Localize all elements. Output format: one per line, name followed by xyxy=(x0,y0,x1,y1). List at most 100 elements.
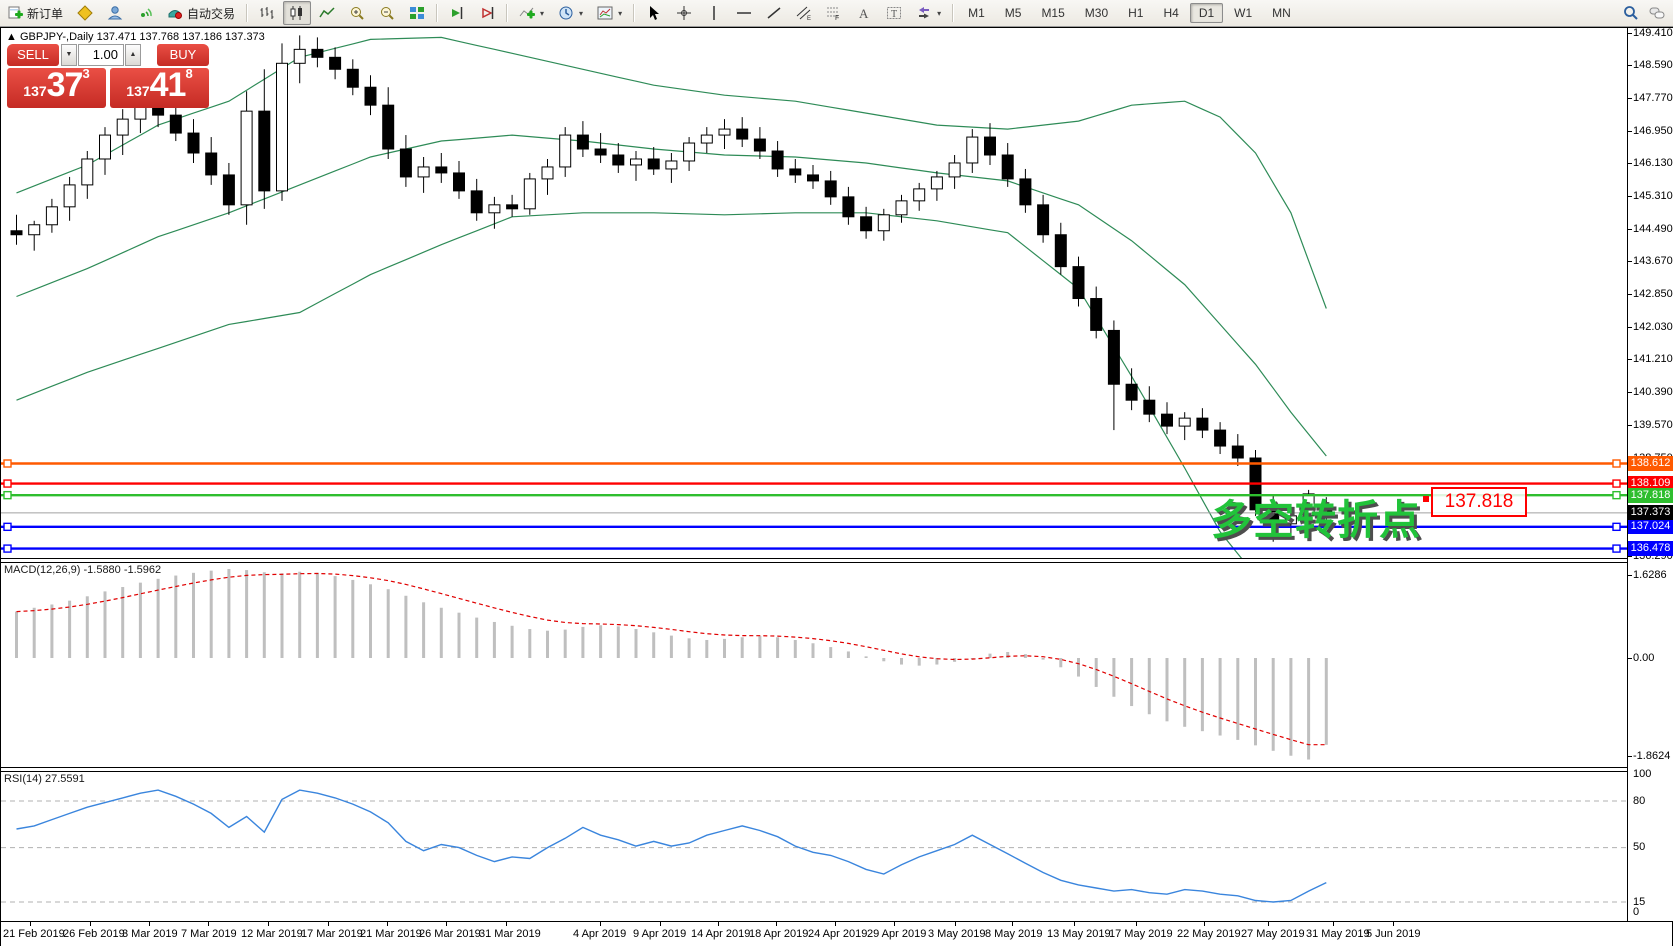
timeframe-m15[interactable]: M15 xyxy=(1032,3,1073,23)
volume-input[interactable]: 1.00 xyxy=(78,44,124,66)
zoom-out-button[interactable] xyxy=(373,1,401,25)
panel-toggle-icon[interactable]: ▲ xyxy=(6,31,17,43)
buy-button[interactable]: BUY xyxy=(157,44,209,66)
rsi-value: 27.5591 xyxy=(45,773,85,785)
templates-dropdown-arrow[interactable]: ▾ xyxy=(618,9,622,18)
timeframe-m1[interactable]: M1 xyxy=(959,3,994,23)
line-drag-handle[interactable] xyxy=(1613,460,1620,467)
macd-signal-line xyxy=(17,574,1327,745)
axis-tick-mark xyxy=(1628,98,1632,99)
crosshair-button[interactable] xyxy=(670,1,698,25)
hline-price-label: 137.818 xyxy=(1628,488,1673,503)
price-callout-label[interactable]: 137.818 xyxy=(1431,487,1527,517)
timeframe-h4[interactable]: H4 xyxy=(1154,3,1187,23)
line-drag-handle[interactable] xyxy=(4,545,11,552)
templates-button[interactable]: ▾ xyxy=(591,1,628,25)
macd-axis-label: -1.8624 xyxy=(1633,750,1670,762)
buy-price-display[interactable]: 137418 xyxy=(110,68,209,108)
timeframe-w1[interactable]: W1 xyxy=(1225,3,1261,23)
line-drag-handle[interactable] xyxy=(1613,523,1620,530)
text-button[interactable]: A xyxy=(850,1,878,25)
date-tick-mark xyxy=(955,922,956,926)
community-button[interactable] xyxy=(101,1,129,25)
line-chart-button[interactable] xyxy=(313,1,341,25)
indicators-dropdown-arrow[interactable]: ▾ xyxy=(540,9,544,18)
trendline-button[interactable] xyxy=(760,1,788,25)
date-tick-mark xyxy=(776,922,777,926)
sell-price-display[interactable]: 137373 xyxy=(7,68,106,108)
main-toolbar: 新订单 自动交易 ▾ ▾ xyxy=(0,0,1673,27)
axis-tick-mark xyxy=(1628,131,1632,132)
timeframe-mn[interactable]: MN xyxy=(1263,3,1300,23)
periods-dropdown-arrow[interactable]: ▾ xyxy=(579,9,583,18)
arrows-icon xyxy=(916,5,932,21)
horizontal-line-object[interactable] xyxy=(1,545,1627,552)
line-drag-handle[interactable] xyxy=(4,523,11,530)
zoom-out-icon xyxy=(379,5,395,21)
date-tick-mark xyxy=(1074,922,1075,926)
text-label-button[interactable]: T xyxy=(880,1,908,25)
candlestick-button[interactable] xyxy=(283,1,311,25)
date-tick-mark xyxy=(718,922,719,926)
line-drag-handle[interactable] xyxy=(4,492,11,499)
new-order-button[interactable]: 新订单 xyxy=(1,1,69,25)
channel-button[interactable]: E xyxy=(790,1,818,25)
date-tick-mark xyxy=(1268,922,1269,926)
sell-button[interactable]: SELL xyxy=(7,44,59,66)
price-callout-handle[interactable] xyxy=(1423,496,1429,502)
line-chart-icon xyxy=(319,5,335,21)
date-axis-label: 7 Mar 2019 xyxy=(181,928,237,940)
timeframe-h1[interactable]: H1 xyxy=(1119,3,1152,23)
rsi-axis-label: 0 xyxy=(1633,906,1639,918)
buy-price-main: 41 xyxy=(150,66,186,104)
yellow-diamond-icon xyxy=(77,5,93,21)
chart-annotation-text[interactable]: 多空转折点 xyxy=(1211,486,1421,546)
arrows-button[interactable]: ▾ xyxy=(910,1,947,25)
periods-button[interactable]: ▾ xyxy=(552,1,589,25)
cursor-button[interactable] xyxy=(640,1,668,25)
search-icon[interactable] xyxy=(1623,5,1639,21)
price-axis[interactable]: 149.410148.590147.770146.950146.130145.3… xyxy=(1627,28,1673,921)
timeframe-m5[interactable]: M5 xyxy=(996,3,1031,23)
macd-panel[interactable]: MACD(12,26,9) -1.5880 -1.5962 xyxy=(1,561,1627,767)
line-drag-handle[interactable] xyxy=(4,460,11,467)
tile-windows-button[interactable] xyxy=(403,1,431,25)
line-drag-handle[interactable] xyxy=(4,480,11,487)
axis-tick-mark xyxy=(1628,261,1632,262)
rsi-panel[interactable]: RSI(14) 27.5591 xyxy=(1,770,1627,921)
current-price-label: 137.373 xyxy=(1628,505,1673,520)
line-drag-handle[interactable] xyxy=(1613,480,1620,487)
line-drag-handle[interactable] xyxy=(1613,545,1620,552)
zoom-in-button[interactable] xyxy=(343,1,371,25)
axis-tick-mark xyxy=(1628,163,1632,164)
price-chart-canvas[interactable]: ▲ GBPJPY-,Daily 137.471 137.768 137.186 … xyxy=(1,28,1627,558)
timeframe-d1[interactable]: D1 xyxy=(1190,3,1223,23)
bar-chart-button[interactable] xyxy=(253,1,281,25)
autotrading-button[interactable]: 自动交易 xyxy=(161,1,241,25)
vertical-line-button[interactable] xyxy=(700,1,728,25)
fibonacci-button[interactable]: F xyxy=(820,1,848,25)
horizontal-line-object[interactable] xyxy=(1,460,1627,467)
chart-shift-button[interactable] xyxy=(473,1,501,25)
line-drag-handle[interactable] xyxy=(1613,492,1620,499)
chat-icon[interactable] xyxy=(1649,5,1665,21)
date-axis[interactable]: 21 Feb 201926 Feb 20193 Mar 20197 Mar 20… xyxy=(1,921,1672,946)
arrows-dropdown-arrow[interactable]: ▾ xyxy=(937,9,941,18)
axis-tick-mark xyxy=(1628,575,1632,576)
text-icon: A xyxy=(856,5,872,21)
date-axis-label: 8 May 2019 xyxy=(985,928,1042,940)
symbol-ohlc-values: 137.471 137.768 137.186 137.373 xyxy=(97,31,265,43)
volume-increase-button[interactable]: ▲ xyxy=(125,44,141,66)
auto-scroll-button[interactable] xyxy=(443,1,471,25)
axis-tick-mark xyxy=(1628,658,1632,659)
horizontal-line-button[interactable] xyxy=(730,1,758,25)
price-axis-label: 148.590 xyxy=(1633,59,1673,71)
price-axis-label: 142.030 xyxy=(1633,321,1673,333)
signals-button[interactable] xyxy=(131,1,159,25)
sell-price-sup: 3 xyxy=(82,66,89,81)
metaeditor-button[interactable] xyxy=(71,1,99,25)
price-chart-svg xyxy=(1,28,1627,558)
volume-decrease-button[interactable]: ▼ xyxy=(61,44,77,66)
indicators-button[interactable]: ▾ xyxy=(513,1,550,25)
timeframe-m30[interactable]: M30 xyxy=(1076,3,1117,23)
